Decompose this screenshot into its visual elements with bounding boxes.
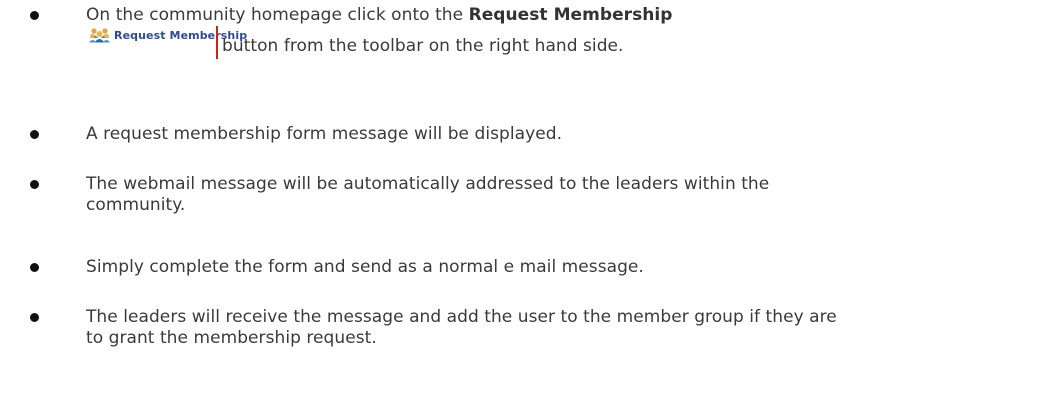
list-item-line-1: The webmail message will be automaticall…	[86, 174, 770, 194]
instruction-suffix: button from the toolbar on the right han…	[222, 36, 624, 56]
bullet-icon	[30, 11, 39, 20]
bullet-icon	[30, 130, 39, 139]
instruction-bold-term: Request Membership	[468, 5, 673, 25]
instruction-document: On the community homepage click onto the…	[0, 0, 1045, 393]
list-item-text: The webmail message will be automaticall…	[86, 174, 986, 216]
instruction-prefix: On the community homepage click onto the	[86, 5, 469, 25]
list-item-text: On the community homepage click onto the…	[86, 5, 986, 60]
line-two: Request Membership button from the toolb…	[86, 26, 986, 60]
list-item-text: The leaders will receive the message and…	[86, 307, 986, 349]
list-item-line-2: to grant the membership request.	[86, 328, 377, 348]
list-item-line-2: community.	[86, 195, 186, 215]
people-group-icon	[89, 27, 110, 43]
list-item-line-1: The leaders will receive the message and…	[86, 307, 837, 327]
text-cursor	[216, 26, 218, 59]
list-item-text: Simply complete the form and send as a n…	[86, 257, 644, 277]
list-item-text: A request membership form message will b…	[86, 124, 563, 144]
bullet-icon	[30, 180, 39, 189]
bullet-icon	[30, 313, 39, 322]
bullet-icon	[30, 263, 39, 272]
